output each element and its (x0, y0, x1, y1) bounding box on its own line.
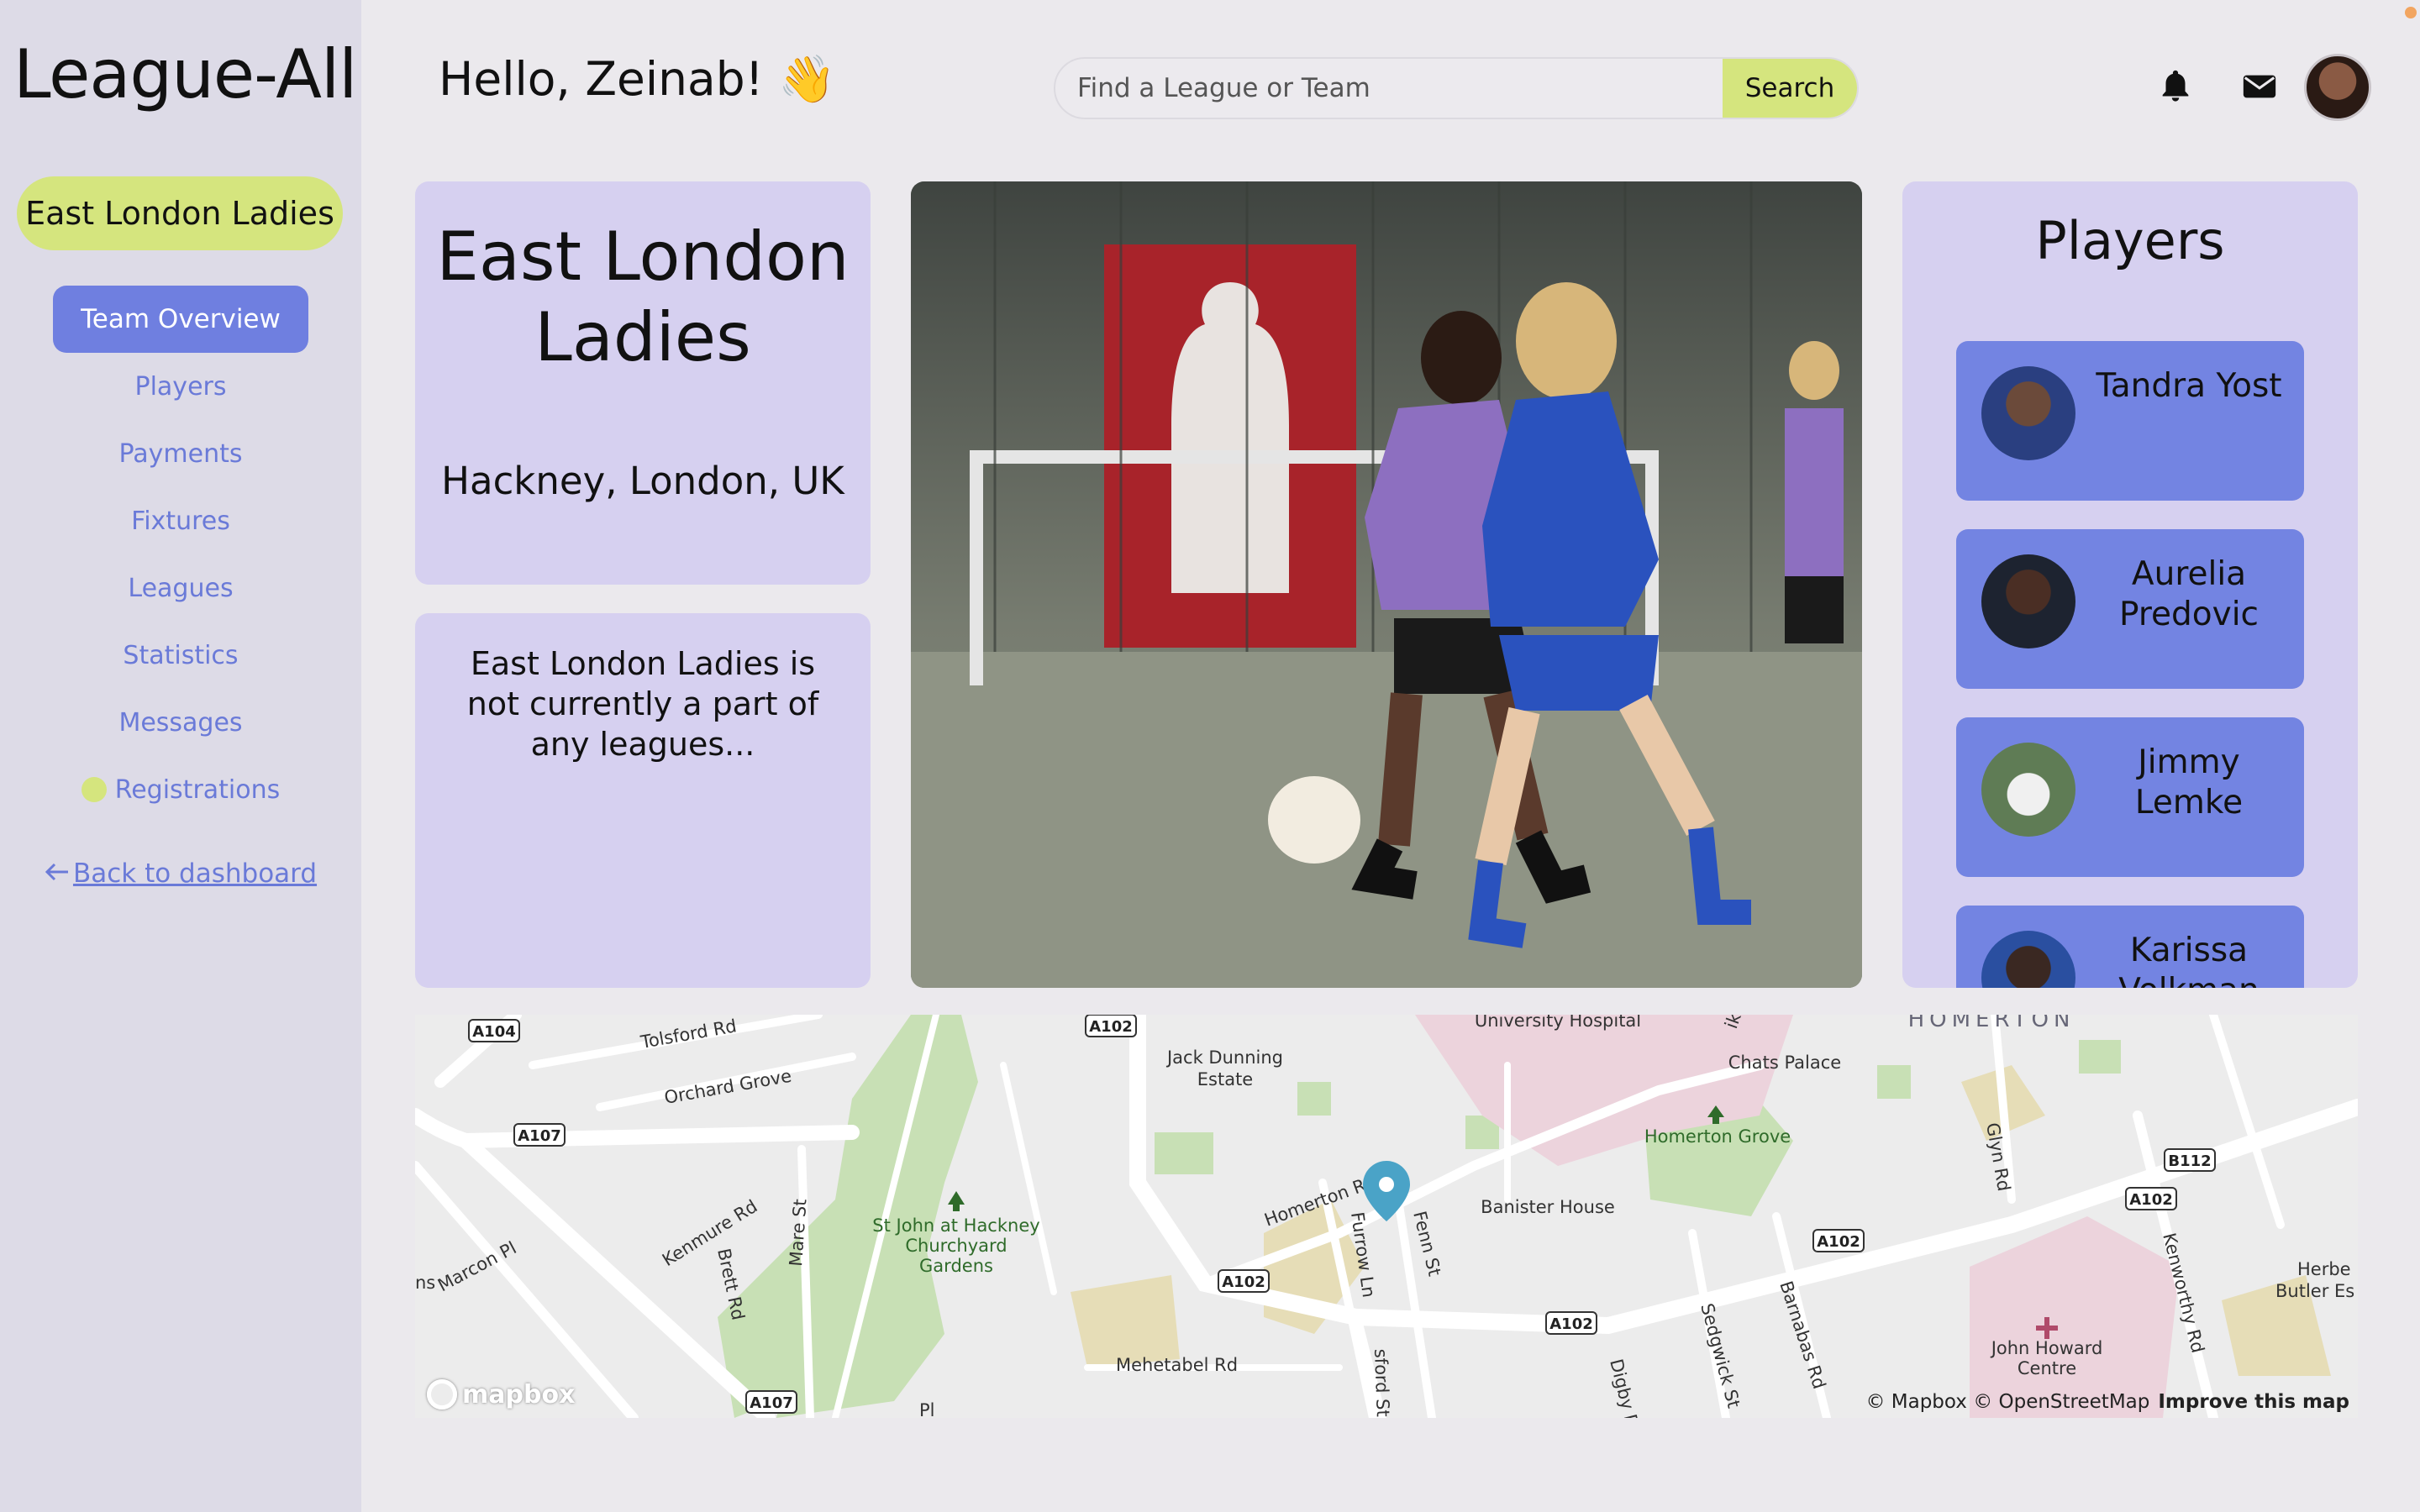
search-input[interactable] (1055, 59, 1723, 118)
player-avatar (1981, 743, 2075, 837)
team-description: East London Ladies is not currently a pa… (466, 645, 819, 763)
sidebar-item-fixtures[interactable]: Fixtures (0, 487, 361, 554)
svg-text:sford St: sford St (1370, 1348, 1393, 1417)
sidebar-item-messages[interactable]: Messages (0, 689, 361, 756)
notification-dot (2405, 7, 2417, 18)
player-card[interactable]: Jimmy Lemke (1956, 717, 2304, 877)
sidebar-item-label: Registrations (114, 774, 281, 805)
sidebar-item-team-overview[interactable]: Team Overview (53, 286, 308, 353)
svg-text:Pl: Pl (919, 1400, 935, 1418)
sidebar-item-leagues[interactable]: Leagues (0, 554, 361, 622)
svg-text:A102: A102 (1817, 1233, 1860, 1251)
svg-text:A102: A102 (2129, 1191, 2173, 1209)
mapbox-logo[interactable]: mapbox (427, 1379, 575, 1410)
team-photo (911, 181, 1862, 988)
team-info-card: East London Ladies Hackney, London, UK (415, 181, 871, 585)
sidebar-item-registrations[interactable]: Registrations (0, 756, 361, 823)
svg-text:Gardens: Gardens (919, 1256, 993, 1276)
team-league-status-card: East London Ladies is not currently a pa… (415, 613, 871, 988)
sidebar-item-statistics[interactable]: Statistics (0, 622, 361, 689)
back-to-dashboard-link[interactable]: Back to dashboard (0, 858, 361, 889)
greeting: Hello, Zeinab! 👋 (439, 52, 836, 106)
player-name: Jimmy Lemke (2134, 743, 2244, 822)
player-avatar (1981, 366, 2075, 460)
map-park (1155, 1132, 1213, 1174)
bell-icon[interactable] (2156, 67, 2195, 106)
back-link-label: Back to dashboard (72, 858, 318, 889)
svg-text:A102: A102 (1089, 1018, 1133, 1036)
svg-text:ns: ns (415, 1273, 435, 1293)
svg-text:B112: B112 (2168, 1152, 2211, 1170)
team-location: Hackney, London, UK (441, 459, 844, 503)
search-button[interactable]: Search (1723, 59, 1857, 118)
players-card: Players Tandra Yost Aurelia Predovic Jim… (1902, 181, 2358, 988)
search-bar: Search (1054, 57, 1859, 119)
player-card[interactable]: Aurelia Predovic (1956, 529, 2304, 689)
map-attribution: © Mapbox © OpenStreetMap Improve this map (1865, 1391, 2349, 1413)
team-title: East London Ladies (436, 218, 850, 376)
svg-text:Homerton Grove: Homerton Grove (1644, 1126, 1791, 1147)
svg-text:A104: A104 (472, 1023, 516, 1041)
players-title: Players (2035, 210, 2225, 271)
svg-text:A107: A107 (750, 1394, 793, 1412)
app-logo[interactable]: League-All (13, 35, 357, 113)
mail-icon[interactable] (2240, 67, 2279, 106)
svg-text:Banister House: Banister House (1481, 1197, 1615, 1217)
svg-text:HOMERTON: HOMERTON (1908, 1015, 2075, 1032)
svg-text:Jack Dunning: Jack Dunning (1165, 1047, 1283, 1068)
registration-status-dot (81, 777, 107, 802)
map-park (2079, 1040, 2121, 1074)
svg-text:John Howard: John Howard (1990, 1338, 2103, 1358)
sidebar-item-players[interactable]: Players (0, 353, 361, 420)
svg-text:Chats Palace: Chats Palace (1728, 1053, 1841, 1073)
improve-map-link[interactable]: Improve this map (2158, 1391, 2349, 1413)
map-attribution-text: © Mapbox © OpenStreetMap (1865, 1391, 2150, 1413)
player-card[interactable]: Karissa Volkman (1956, 906, 2304, 988)
svg-text:Herbe: Herbe (2297, 1259, 2351, 1279)
map-park (1297, 1082, 1331, 1116)
player-avatar (1981, 931, 2075, 988)
sidebar-item-payments[interactable]: Payments (0, 420, 361, 487)
player-name: Tandra Yost (2096, 367, 2282, 405)
svg-text:Churchyard: Churchyard (905, 1236, 1007, 1256)
svg-text:University Hospital: University Hospital (1475, 1015, 1641, 1031)
svg-text:Estate: Estate (1197, 1069, 1253, 1089)
player-name: Karissa Volkman (2118, 932, 2260, 988)
svg-text:A107: A107 (518, 1127, 561, 1145)
mapbox-logo-icon (427, 1379, 457, 1410)
map-park (1877, 1065, 1911, 1099)
player-card[interactable]: Tandra Yost (1956, 341, 2304, 501)
svg-text:Centre: Centre (2018, 1358, 2076, 1378)
player-name: Aurelia Predovic (2119, 555, 2259, 633)
svg-text:A102: A102 (1549, 1315, 1593, 1333)
arrow-left-icon (45, 858, 70, 889)
user-avatar[interactable] (2304, 54, 2371, 121)
sidebar: League-All East London Ladies Team Overv… (0, 0, 361, 1512)
sidebar-nav: Team Overview Players Payments Fixtures … (0, 286, 361, 823)
player-avatar (1981, 554, 2075, 648)
svg-text:A102: A102 (1222, 1273, 1265, 1291)
svg-text:Butler Es: Butler Es (2275, 1281, 2354, 1301)
team-location-map[interactable]: Tolsford Rd Orchard Grove Jack Dunning E… (415, 1015, 2358, 1418)
svg-text:St John at Hackney: St John at Hackney (872, 1215, 1039, 1236)
svg-text:Mehetabel Rd: Mehetabel Rd (1116, 1355, 1238, 1375)
team-name-pill[interactable]: East London Ladies (17, 176, 343, 250)
mapbox-logo-text: mapbox (462, 1379, 576, 1410)
